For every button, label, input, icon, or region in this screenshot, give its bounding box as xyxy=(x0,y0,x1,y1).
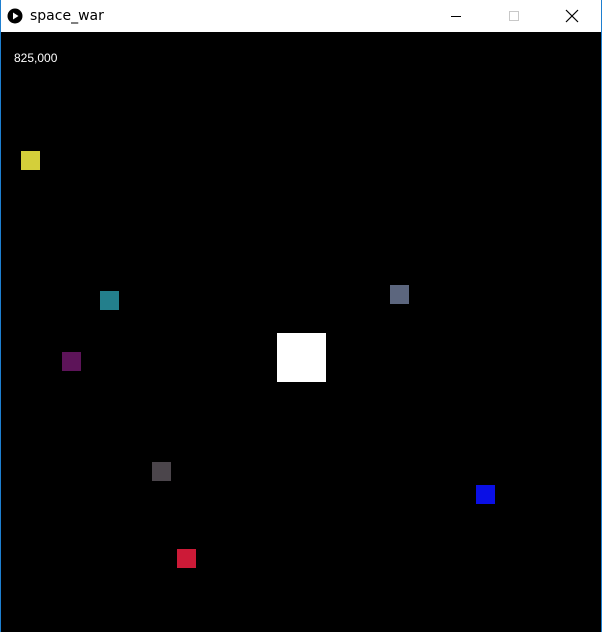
game-canvas[interactable]: 825,000 xyxy=(1,32,601,632)
enemy-purple xyxy=(62,352,81,371)
window-title: space_war xyxy=(30,8,104,24)
maximize-icon xyxy=(509,11,519,21)
close-icon xyxy=(565,9,579,23)
enemy-teal xyxy=(100,291,119,310)
window-controls xyxy=(427,0,601,32)
title-bar[interactable]: space_war xyxy=(1,0,601,32)
minimize-icon xyxy=(451,16,461,17)
minimize-button[interactable] xyxy=(427,0,485,32)
play-circle-icon xyxy=(7,8,23,24)
enemy-dark-gray xyxy=(152,462,171,481)
app-window: space_war 825,000 xyxy=(0,0,602,632)
score-counter: 825,000 xyxy=(14,51,58,65)
enemy-slate xyxy=(390,285,409,304)
player-ship xyxy=(277,333,326,382)
close-button[interactable] xyxy=(543,0,601,32)
enemy-red xyxy=(177,549,196,568)
enemy-yellow xyxy=(21,151,40,170)
enemy-blue xyxy=(476,485,495,504)
maximize-button[interactable] xyxy=(485,0,543,32)
